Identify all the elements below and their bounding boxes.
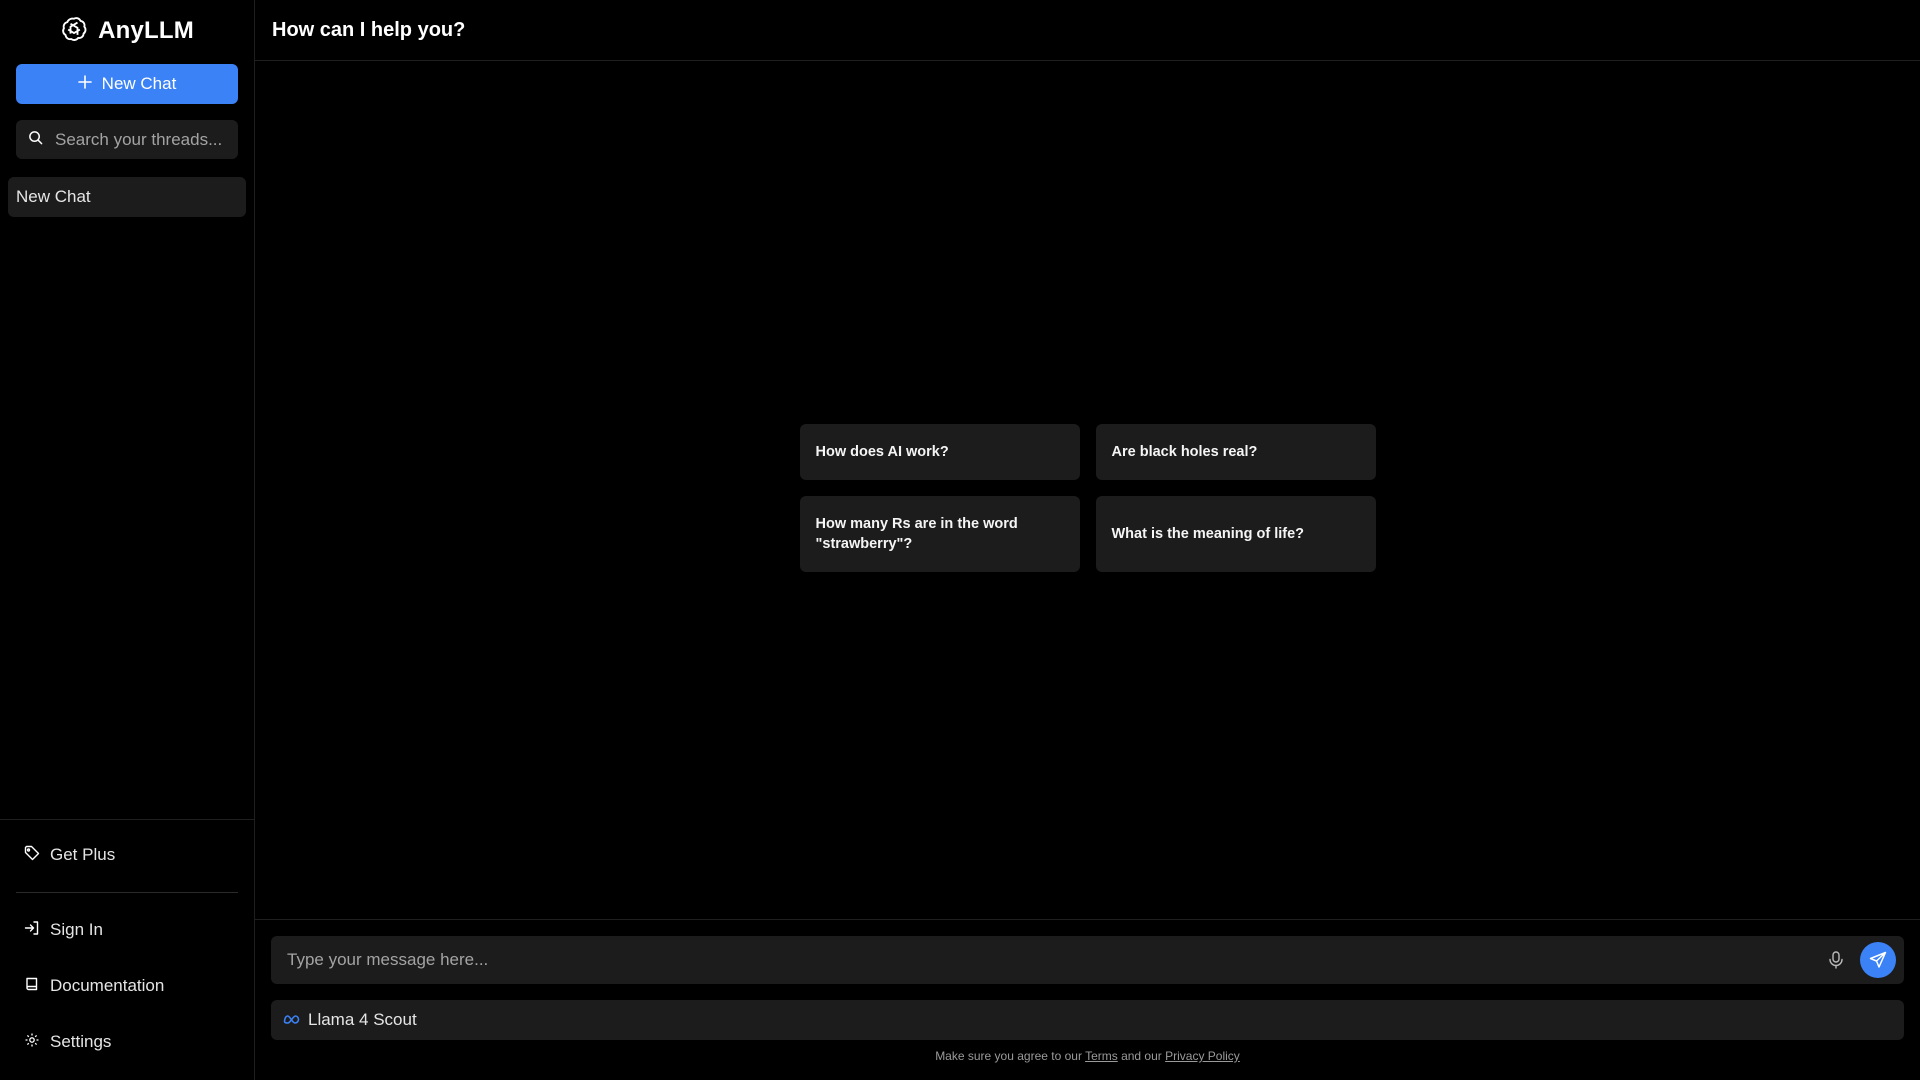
- privacy-policy-link[interactable]: Privacy Policy: [1165, 1049, 1240, 1063]
- search-icon: [28, 130, 43, 150]
- new-chat-label: New Chat: [101, 74, 177, 93]
- suggestions-area: How does AI work? Are black holes real? …: [255, 61, 1920, 919]
- sidebar: AnyLLM New Chat New Chat Get Pl: [0, 0, 255, 1080]
- suggestion-card[interactable]: What is the meaning of life?: [1095, 496, 1376, 572]
- send-button[interactable]: [1860, 942, 1896, 978]
- suggestion-card[interactable]: Are black holes real?: [1095, 424, 1376, 480]
- message-composer: [271, 936, 1904, 984]
- get-plus-link[interactable]: Get Plus: [16, 827, 238, 883]
- legal-middle: and our: [1117, 1049, 1166, 1063]
- brand-name: AnyLLM: [98, 17, 194, 44]
- gear-icon: [24, 1032, 40, 1053]
- brand[interactable]: AnyLLM: [0, 0, 254, 62]
- thread-item[interactable]: New Chat: [8, 177, 246, 217]
- suggestion-card[interactable]: How many Rs are in the word "strawberry"…: [799, 496, 1080, 572]
- message-input[interactable]: [287, 950, 1820, 970]
- thread-list: New Chat: [0, 177, 254, 819]
- main-panel: How can I help you? How does AI work? Ar…: [255, 0, 1920, 1080]
- thread-search: [16, 120, 238, 159]
- composer-area: Llama 4 Scout Make sure you agree to our…: [255, 919, 1920, 1080]
- suggestion-grid: How does AI work? Are black holes real? …: [799, 424, 1376, 572]
- thread-item-label: New Chat: [16, 187, 91, 206]
- terms-link[interactable]: Terms: [1085, 1049, 1118, 1063]
- model-name: Llama 4 Scout: [308, 1010, 417, 1029]
- documentation-link[interactable]: Documentation: [16, 958, 238, 1014]
- meta-logo-icon: [283, 1010, 300, 1030]
- sign-in-label: Sign In: [50, 920, 103, 939]
- app-root: AnyLLM New Chat New Chat Get Pl: [0, 0, 1920, 1080]
- legal-notice: Make sure you agree to our Terms and our…: [271, 1049, 1904, 1063]
- page-title: How can I help you?: [272, 18, 466, 41]
- divider: [16, 892, 238, 893]
- suggestion-card[interactable]: How does AI work?: [799, 424, 1080, 480]
- documentation-label: Documentation: [50, 976, 165, 995]
- main-header: How can I help you?: [255, 0, 1920, 61]
- new-chat-button[interactable]: New Chat: [16, 64, 238, 104]
- mic-icon[interactable]: [1820, 944, 1852, 976]
- send-icon: [1869, 951, 1887, 968]
- model-selector[interactable]: Llama 4 Scout: [271, 1000, 1904, 1040]
- search-input[interactable]: [55, 129, 226, 150]
- openai-logo-icon: [60, 15, 88, 48]
- legal-prefix: Make sure you agree to our: [935, 1049, 1086, 1063]
- get-plus-label: Get Plus: [50, 845, 116, 864]
- sign-in-link[interactable]: Sign In: [16, 902, 238, 958]
- sidebar-bottom: Get Plus Sign In Documentation Settings: [0, 819, 254, 1080]
- book-icon: [24, 976, 40, 997]
- settings-link[interactable]: Settings: [16, 1014, 238, 1070]
- tag-icon: [24, 845, 40, 866]
- plus-icon: [77, 74, 92, 94]
- settings-label: Settings: [50, 1032, 112, 1051]
- sign-in-icon: [24, 920, 40, 941]
